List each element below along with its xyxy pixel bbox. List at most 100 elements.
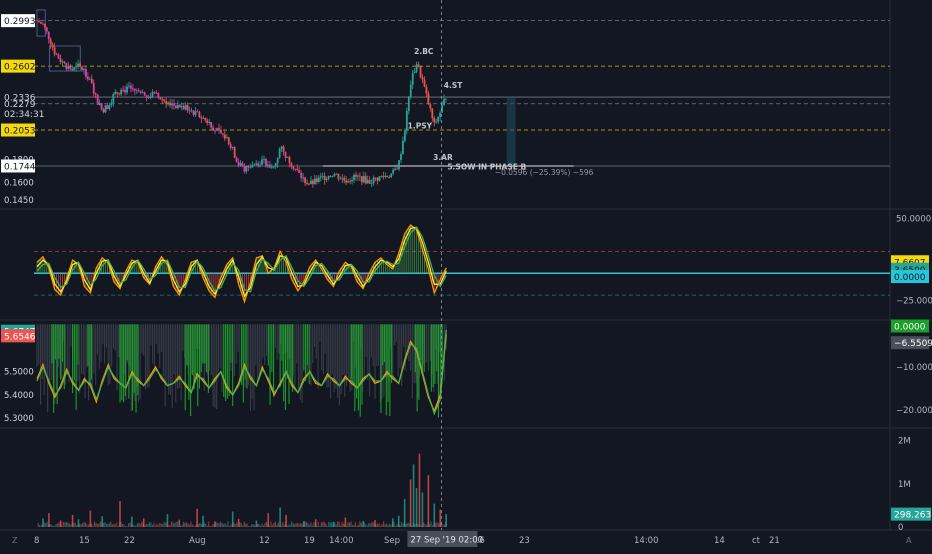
chart-canvas[interactable]: 1.PSY2.BC3.AR4.ST5.SOW IN PHASE B−0.0596… [0, 0, 932, 550]
candle-body [302, 177, 305, 179]
candle-body [100, 103, 103, 110]
candle-body [351, 180, 353, 182]
candle-body [139, 90, 142, 93]
candle-body [362, 176, 365, 183]
candle-body [223, 134, 226, 139]
candle-body [241, 163, 244, 167]
candle-body [347, 181, 350, 183]
candle-body [198, 111, 201, 117]
candle-body [135, 90, 138, 92]
candle-body [304, 177, 306, 184]
price-axis-tick-1: 0.1600 [4, 179, 34, 189]
time-axis-tick-3: Aug [189, 536, 206, 546]
candle-body [218, 128, 220, 131]
cycle-left-tick-1: 5.4000 [4, 391, 34, 401]
time-axis-tick-5: 19 [304, 536, 315, 546]
candle-body [333, 174, 336, 177]
candle-body [159, 97, 162, 100]
candle-body [249, 167, 252, 169]
candle-body [284, 151, 287, 158]
candle-body [92, 82, 95, 94]
osc-value-label-2: 0.0000 [894, 273, 926, 283]
candle-body [110, 102, 113, 106]
candle-body [130, 85, 132, 89]
candle-body [227, 137, 230, 145]
chart-root: 1.PSY 2.BC 3.AR 4.ST 5.SOW IN PHASE B −0.0596… [0, 0, 932, 550]
candle-body [267, 164, 269, 167]
candle-body [180, 106, 183, 108]
candle-body [321, 175, 324, 177]
candle-body [220, 130, 222, 134]
candle-body [315, 178, 318, 182]
candle-body [288, 156, 291, 163]
corner-right-label: A [906, 536, 912, 545]
price-annotation-0: 1.PSY [408, 122, 433, 131]
candle-body [253, 164, 256, 166]
candle-body [108, 105, 111, 109]
crosshair-time-label: 27 Sep '19 02:00 [410, 536, 483, 546]
candle-body [331, 176, 334, 178]
candle-body [390, 173, 393, 178]
candle-body [57, 54, 60, 59]
candle-body [214, 130, 216, 132]
time-axis-tick-7: Sep [384, 536, 400, 546]
candle-body [222, 133, 224, 135]
cycle-left-tick-2: 5.3000 [4, 414, 34, 424]
candle-body [216, 128, 218, 131]
cycle-left-tick-0: 5.5000 [4, 368, 34, 378]
osc-axis-tick-0: 50.0000 [896, 215, 931, 225]
price-label-6: 0.1744 [4, 162, 36, 172]
candle-body [182, 106, 185, 110]
candle-body [247, 165, 250, 168]
candle-body [384, 175, 387, 177]
candle-body [407, 96, 410, 112]
candle-body [151, 91, 154, 97]
candle-body [40, 22, 42, 24]
candle-body [141, 92, 144, 94]
candle-body [194, 111, 197, 115]
candle-body [325, 178, 328, 181]
candle-body [329, 176, 332, 177]
candle-body [396, 168, 398, 170]
candle-body [112, 93, 115, 103]
time-axis-tick-6: 14:00 [329, 536, 354, 546]
candle-body [157, 93, 160, 98]
candle-body [165, 101, 168, 105]
candle-body [102, 109, 105, 113]
candle-body [398, 160, 400, 170]
volume-axis-tick-0: 2M [898, 437, 911, 447]
candle-body [358, 175, 361, 177]
price-label-1: 0.2602 [4, 63, 36, 73]
candle-body [300, 172, 303, 178]
candle-body [255, 163, 258, 165]
candle-body [210, 121, 213, 128]
candle-body [370, 183, 373, 185]
candle-body [94, 93, 97, 95]
candle-body [208, 121, 211, 124]
candle-body [294, 168, 297, 170]
time-axis-tick-4: 12 [259, 536, 270, 546]
candle-body [290, 162, 293, 167]
candle-body [239, 163, 242, 166]
time-axis-tick-11: 14:00 [634, 536, 659, 546]
candle-body [77, 63, 79, 66]
candle-body [204, 118, 207, 121]
candle-body [345, 180, 348, 183]
candle-body [192, 110, 195, 115]
candle-body [175, 105, 177, 109]
candle-body [61, 61, 64, 63]
cycle-right-label-1: −6.5509 [894, 339, 932, 349]
candle-body [229, 144, 232, 149]
candle-body [296, 168, 299, 171]
candle-body [178, 105, 181, 108]
candle-body [184, 105, 187, 110]
candle-body [392, 169, 395, 174]
candle-body [388, 177, 391, 178]
candle-body [376, 177, 379, 181]
candle-body [118, 93, 121, 95]
candle-body [425, 86, 428, 94]
candle-body [298, 170, 301, 173]
candle-body [41, 23, 44, 25]
candle-body [147, 96, 150, 98]
candle-body [380, 175, 383, 177]
